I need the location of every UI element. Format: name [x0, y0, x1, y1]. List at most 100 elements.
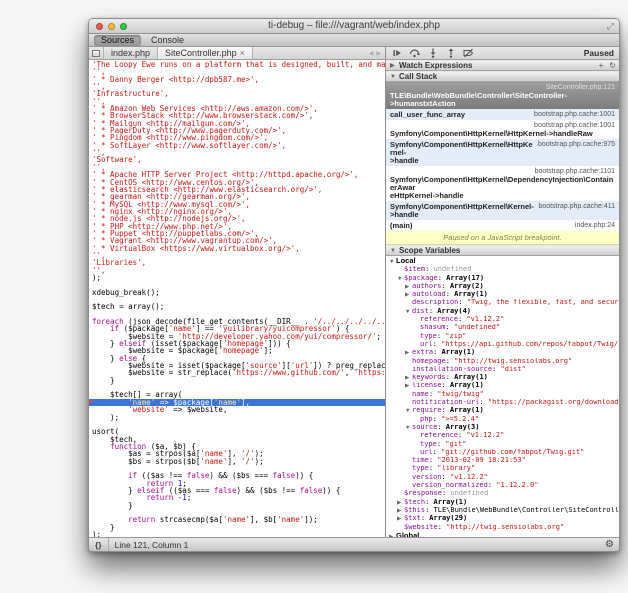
expanded-icon[interactable]: ▼	[405, 425, 412, 432]
settings-gear-icon[interactable]: ⚙	[605, 539, 619, 550]
tab-console[interactable]: Console	[144, 35, 191, 46]
code-line[interactable]: 'Software',	[89, 156, 385, 163]
section-scope-variables[interactable]: ▼ Scope Variables	[386, 245, 619, 256]
step-over-button[interactable]	[409, 48, 420, 58]
expanded-icon[interactable]: ▼	[397, 276, 404, 283]
expanded-icon[interactable]: ▼	[405, 309, 412, 316]
pretty-print-icon[interactable]: {}	[89, 538, 109, 551]
code-line[interactable]: }	[89, 524, 385, 531]
deactivate-breakpoints-button[interactable]	[463, 48, 474, 58]
scope-value: Array(1)	[442, 349, 476, 356]
code-line[interactable]: $tech = array();	[89, 303, 385, 310]
scope-row[interactable]: ▶$this: TLE\Bundle\WebBundle\Controller\…	[386, 507, 619, 515]
scope-key: autoload	[412, 291, 446, 298]
code-line[interactable]: );	[89, 274, 385, 281]
section-call-stack[interactable]: ▼ Call Stack	[386, 71, 619, 82]
stack-frame[interactable]: bootstrap.php.cache:1001Symfony\Componen…	[386, 120, 619, 139]
navigator-toggle-button[interactable]	[89, 47, 104, 59]
tabs-back-icon[interactable]: ◀	[369, 50, 374, 57]
collapsed-icon[interactable]: ▶	[405, 284, 412, 291]
frame-name: >handle	[390, 211, 615, 219]
tree-spacer	[413, 450, 420, 457]
code-line[interactable]: 'Infrastructure',	[89, 90, 385, 97]
stack-frame[interactable]: index.php:24(main)	[386, 220, 619, 231]
scope-value: "https://api.github.com/repos/fabpot/Twi…	[441, 341, 619, 348]
code-line[interactable]: );	[89, 414, 385, 421]
collapsed-icon[interactable]: ▶	[405, 375, 412, 382]
code-line[interactable]: $website = str_replace('https://www.gith…	[89, 369, 385, 376]
minimize-window-button[interactable]	[108, 23, 115, 30]
zoom-window-button[interactable]	[120, 23, 127, 30]
stack-frame[interactable]: bootstrap.php.cache:1101Symfony\Componen…	[386, 166, 619, 201]
code-line[interactable]: }	[89, 377, 385, 384]
disclosure-icon: ▼	[390, 72, 396, 82]
debugger-controls: Paused	[386, 47, 619, 59]
scope-row[interactable]: ▶authors: Array(2)	[386, 283, 619, 291]
window-title: ti-debug – file:///vagrant/web/index.php	[268, 20, 440, 31]
stack-frame[interactable]: bootstrap.php.cache:975Symfony\Component…	[386, 139, 619, 166]
code-line[interactable]: return -1;	[89, 494, 385, 501]
code-line[interactable]: 'Libraries',	[89, 259, 385, 266]
collapsed-icon[interactable]: ▶	[397, 508, 404, 515]
collapsed-icon[interactable]: ▶	[397, 516, 404, 523]
code-line[interactable]: ' * VirtualBox <https://www.virtualbox.o…	[89, 245, 385, 252]
scope-key: notification-url	[412, 399, 479, 406]
stack-frame[interactable]: bootstrap.php.cache:411Symfony\Component…	[386, 201, 619, 220]
stack-frame[interactable]: SiteController.php:121TLE\Bundle\WebBund…	[386, 82, 619, 109]
tree-spacer	[405, 466, 412, 473]
scope-key: installation-source	[412, 366, 492, 373]
scope-key: version	[412, 474, 442, 481]
current-execution-line[interactable]: 'name' => $package['name'],	[89, 399, 385, 406]
scope-row[interactable]: ▶$txt: Array(29)	[386, 515, 619, 523]
scope-row: url: "https://api.github.com/repos/fabpo…	[386, 341, 619, 349]
tab-sources[interactable]: Sources	[94, 35, 141, 46]
scope-row[interactable]: ▶extra: Array(1)	[386, 349, 619, 357]
expanded-icon[interactable]: ▼	[405, 408, 412, 415]
code-line[interactable]: return strcasecmp($a['name'], $b['name']…	[89, 516, 385, 523]
close-tab-icon[interactable]: ×	[240, 48, 245, 58]
file-tab-index-php[interactable]: index.php	[104, 47, 158, 59]
code-line[interactable]: $bs = strpos($b['name'], '/');	[89, 458, 385, 465]
title-bar[interactable]: ti-debug – file:///vagrant/web/index.php…	[89, 19, 619, 34]
scope-row[interactable]: ▶license: Array(1)	[386, 382, 619, 390]
code-editor[interactable]: 'The Loopy Ewe runs on a platform that i…	[89, 60, 386, 537]
scope-row[interactable]: ▶keywords: Array(1)	[386, 374, 619, 382]
code-line[interactable]	[89, 421, 385, 428]
scope-row[interactable]: ▼dist: Array(4)	[386, 308, 619, 316]
tree-spacer	[405, 392, 412, 399]
fullscreen-icon[interactable]: ⤢	[607, 19, 614, 33]
code-line[interactable]: xdebug_break();	[89, 289, 385, 296]
scope-value: "v1.12.2"	[466, 432, 504, 439]
resume-button[interactable]	[391, 48, 402, 58]
code-line[interactable]: ' * SoftLayer <http://www.softlayer.com/…	[89, 142, 385, 149]
scope-value: Array(1)	[454, 291, 488, 298]
code-line[interactable]: '',	[89, 267, 385, 274]
scope-row[interactable]: ▼Local	[386, 257, 619, 266]
code-line[interactable]: 'The Loopy Ewe runs on a platform that i…	[89, 61, 385, 68]
add-watch-icon[interactable]: +	[599, 61, 604, 71]
section-watch-expressions[interactable]: ▶ Watch Expressions + ↻	[386, 60, 619, 71]
file-tab-sitecontroller-php[interactable]: SiteController.php×	[158, 47, 253, 59]
close-window-button[interactable]	[96, 23, 103, 30]
step-out-button[interactable]	[445, 48, 456, 58]
collapsed-icon[interactable]: ▶	[397, 500, 404, 507]
stack-frame[interactable]: bootstrap.php.cache:1001call_user_func_a…	[386, 109, 619, 120]
tabs-forward-icon[interactable]: ▶	[376, 50, 381, 57]
scope-key: url	[420, 341, 433, 348]
collapsed-icon[interactable]: ▶	[405, 383, 412, 390]
expanded-icon[interactable]: ▼	[389, 259, 396, 266]
scope-row[interactable]: ▶$tech: Array(1)	[386, 499, 619, 507]
tree-spacer	[405, 300, 412, 307]
scope-row[interactable]: ▶autoload: Array(1)	[386, 291, 619, 299]
collapsed-icon[interactable]: ▶	[405, 292, 412, 299]
scope-key: keywords	[412, 374, 446, 381]
code-line[interactable]: 'website' => $website,	[89, 406, 385, 413]
refresh-watch-icon[interactable]: ↻	[609, 61, 616, 71]
collapsed-icon[interactable]: ▶	[405, 350, 412, 357]
scope-row[interactable]: ▼$package: Array(17)	[386, 275, 619, 283]
scope-row[interactable]: ▼source: Array(3)	[386, 424, 619, 432]
code-line[interactable]: ' * Danny Berger <http://dpb587.me>',	[89, 76, 385, 83]
scope-row[interactable]: ▼require: Array(1)	[386, 407, 619, 415]
code-line[interactable]: }	[89, 502, 385, 509]
step-into-button[interactable]	[427, 48, 438, 58]
